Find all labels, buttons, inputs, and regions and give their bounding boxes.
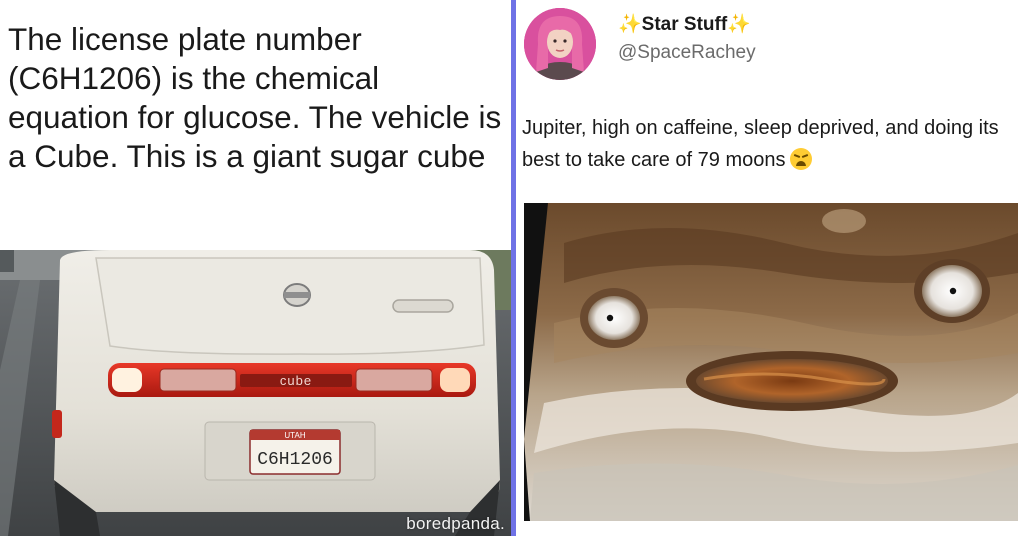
avatar[interactable] xyxy=(524,8,596,80)
user-handle[interactable]: @SpaceRachey xyxy=(618,42,756,64)
plate-state-text: UTAH xyxy=(284,431,305,440)
car-photo: cube UTAH C6H1206 xyxy=(0,250,511,536)
sparkles-icon: ✨ xyxy=(618,14,642,35)
tweet-text: Jupiter, high on caffeine, sleep deprive… xyxy=(522,117,999,171)
car-badge-text: cube xyxy=(280,373,312,388)
sparkles-icon: ✨ xyxy=(727,14,751,35)
boredpanda-watermark: boredpanda. xyxy=(406,514,505,533)
meme-caption: The license plate number (C6H1206) is th… xyxy=(8,21,502,174)
display-name-text: Star Stuff xyxy=(641,14,728,35)
jupiter-image xyxy=(524,203,1018,521)
left-meme-panel: The license plate number (C6H1206) is th… xyxy=(0,0,511,536)
weary-face-icon xyxy=(789,148,812,170)
tweet-body: Jupiter, high on caffeine, sleep deprive… xyxy=(522,112,1022,176)
plate-number-text: C6H1206 xyxy=(257,450,333,470)
display-name[interactable]: ✨Star Stuff✨ xyxy=(618,12,751,36)
tweet-panel: ✨Star Stuff✨ @SpaceRachey Jupiter, high … xyxy=(516,0,1024,536)
avatar-portrait-icon xyxy=(524,8,596,80)
